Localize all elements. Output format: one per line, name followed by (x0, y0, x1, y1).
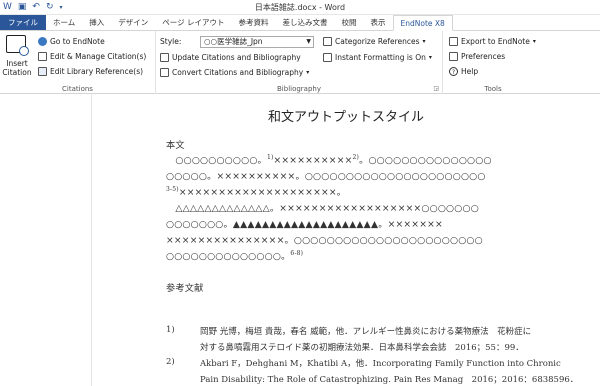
body-line-3: 3-5)××××××××××××××××××××。 (166, 184, 346, 198)
chevron-down-icon: ▾ (428, 54, 432, 61)
ribbon-tabs: ファイル ホーム 挿入 デザイン ページ レイアウト 参考資料 差し込み文書 校… (0, 15, 600, 31)
reference-1-line-2: 対する鼻噴霧用ステロイド薬の初期療法効果．日本鼻科学会会誌 2016；55：99… (200, 343, 524, 353)
chevron-down-icon: ▾ (532, 38, 536, 45)
bibliography-group: Style: ○○医学雑誌_Jpn ▼ Update Citations and… (156, 31, 443, 94)
go-to-endnote-label: Go to EndNote (50, 37, 105, 46)
categorize-references-icon (323, 37, 332, 46)
edit-manage-citations-button[interactable]: Edit & Manage Citation(s) (38, 52, 146, 61)
reference-number: 2) (166, 357, 175, 367)
categorize-references-label: Categorize References (335, 37, 420, 46)
help-label: Help (461, 67, 479, 76)
chevron-down-icon: ▾ (422, 38, 426, 45)
body-text: ○○○○○○○○○○。 (166, 155, 267, 166)
body-text: ×××××××××× (273, 155, 353, 166)
edit-library-reference-button[interactable]: Edit Library Reference(s) (38, 67, 143, 76)
tab-page-layout[interactable]: ページ レイアウト (155, 15, 231, 30)
bibliography-group-label: Bibliography (277, 85, 321, 93)
page-margin-line (91, 94, 92, 386)
tab-design[interactable]: デザイン (111, 15, 155, 30)
reference-2-line-2: Pain Disability: The Role of Catastrophi… (200, 375, 579, 385)
preferences-icon (449, 52, 458, 61)
export-label: Export to EndNote (461, 37, 530, 46)
insert-citation-button[interactable]: Insert Citation (0, 31, 34, 83)
ribbon: Insert Citation Go to EndNote Edit & Man… (0, 31, 600, 94)
chevron-down-icon: ▼ (306, 38, 311, 45)
dialog-launcher-icon[interactable]: ◲ (433, 85, 439, 92)
go-to-endnote-button[interactable]: Go to EndNote (38, 37, 105, 46)
tab-references[interactable]: 参考資料 (232, 15, 276, 30)
reference-number: 1) (166, 325, 175, 335)
body-line-7: ○○○○○○○○○○○○○○。6-8) (166, 248, 303, 262)
document-heading: 和文アウトプットスタイル (268, 110, 425, 125)
body-line-1: ○○○○○○○○○○。1)××××××××××2)。○○○○○○○○○○○○○○… (166, 152, 492, 166)
export-icon (449, 37, 458, 46)
insert-citation-icon (6, 35, 29, 56)
body-label: 本文 (166, 140, 185, 151)
body-text: ××××××××××××××××××××。 (178, 187, 347, 198)
convert-citations-icon (160, 68, 169, 77)
update-citations-label: Update Citations and Bibliography (172, 53, 301, 62)
body-line-4: △△△△△△△△△△△△△。××××××××××××××××××○○○○○○○ (166, 203, 479, 214)
edit-library-label: Edit Library Reference(s) (50, 67, 144, 76)
body-line-5: ○○○○○○○。▲▲▲▲▲▲▲▲▲▲▲▲▲▲▲▲▲▲▲▲。××××××× (166, 219, 443, 230)
body-line-6: ×××××××××××××××。○○○○○○○○○○○○○○○○○○○○○○○ (166, 235, 483, 246)
style-select[interactable]: ○○医学雑誌_Jpn ▼ (200, 36, 314, 48)
reference-1-line-1: 岡野 光博，梅垣 貴哉，春名 威範，他．アレルギー性鼻炎における薬物療法 花粉症… (200, 327, 532, 337)
update-citations-icon (160, 53, 169, 62)
instant-formatting-button[interactable]: Instant Formatting is On ▾ (323, 53, 432, 62)
document-page[interactable]: 和文アウトプットスタイル 本文 ○○○○○○○○○○。1)××××××××××2… (0, 94, 600, 386)
reference-2-line-1: Akbari F，Dehghani M，Khatibi A，他．Incorpor… (200, 359, 561, 369)
instant-formatting-label: Instant Formatting is On (335, 53, 426, 62)
go-to-endnote-icon (38, 37, 47, 46)
tab-view[interactable]: 表示 (364, 15, 393, 30)
insert-citation-label-1: Insert (6, 59, 28, 68)
citation-marker[interactable]: 3-5) (166, 186, 179, 193)
tab-review[interactable]: 校閲 (335, 15, 364, 30)
tools-group-label: Tools (484, 85, 502, 93)
convert-citations-button[interactable]: Convert Citations and Bibliography ▾ (160, 68, 309, 77)
references-label: 参考文献 (166, 283, 204, 294)
help-button[interactable]: ? Help (449, 67, 478, 76)
preferences-label: Preferences (461, 52, 506, 61)
tab-endnote[interactable]: EndNote X8 (392, 15, 453, 31)
edit-manage-label: Edit & Manage Citation(s) (50, 52, 147, 61)
convert-citations-label: Convert Citations and Bibliography (172, 68, 304, 77)
style-label: Style: (160, 37, 182, 46)
tab-file[interactable]: ファイル (0, 15, 46, 30)
body-text: 。○○○○○○○○○○○○○○○ (359, 155, 492, 166)
categorize-references-button[interactable]: Categorize References ▾ (323, 37, 426, 46)
citations-group-label: Citations (62, 85, 93, 93)
edit-library-icon (38, 67, 47, 76)
citations-group: Insert Citation Go to EndNote Edit & Man… (0, 31, 156, 94)
window-title: 日本語雑誌.docx - Word (254, 3, 346, 12)
body-line-2: ○○○○○。××××××××××。○○○○○○○○○○○○○○○○○○○○○○ (166, 171, 486, 182)
tools-group: Export to EndNote ▾ Preferences ? Help T… (443, 31, 543, 94)
export-to-endnote-button[interactable]: Export to EndNote ▾ (449, 37, 536, 46)
instant-formatting-icon (323, 53, 332, 62)
tab-insert[interactable]: 挿入 (82, 15, 111, 30)
help-icon: ? (449, 67, 458, 76)
chevron-down-icon: ▾ (306, 69, 310, 76)
insert-citation-label-2: Citation (2, 68, 32, 77)
body-text: ○○○○○○○○○○○○○○。 (166, 251, 291, 262)
edit-manage-icon (38, 52, 47, 61)
preferences-button[interactable]: Preferences (449, 52, 505, 61)
style-select-value: ○○医学雑誌_Jpn (204, 37, 263, 46)
update-citations-button[interactable]: Update Citations and Bibliography (160, 53, 301, 62)
title-bar: W ▣ ↶ ↻ ▾ 日本語雑誌.docx - Word (0, 0, 600, 15)
tab-mailings[interactable]: 差し込み文書 (276, 15, 335, 30)
tab-home[interactable]: ホーム (46, 15, 82, 30)
citation-marker[interactable]: 6-8) (290, 250, 303, 257)
